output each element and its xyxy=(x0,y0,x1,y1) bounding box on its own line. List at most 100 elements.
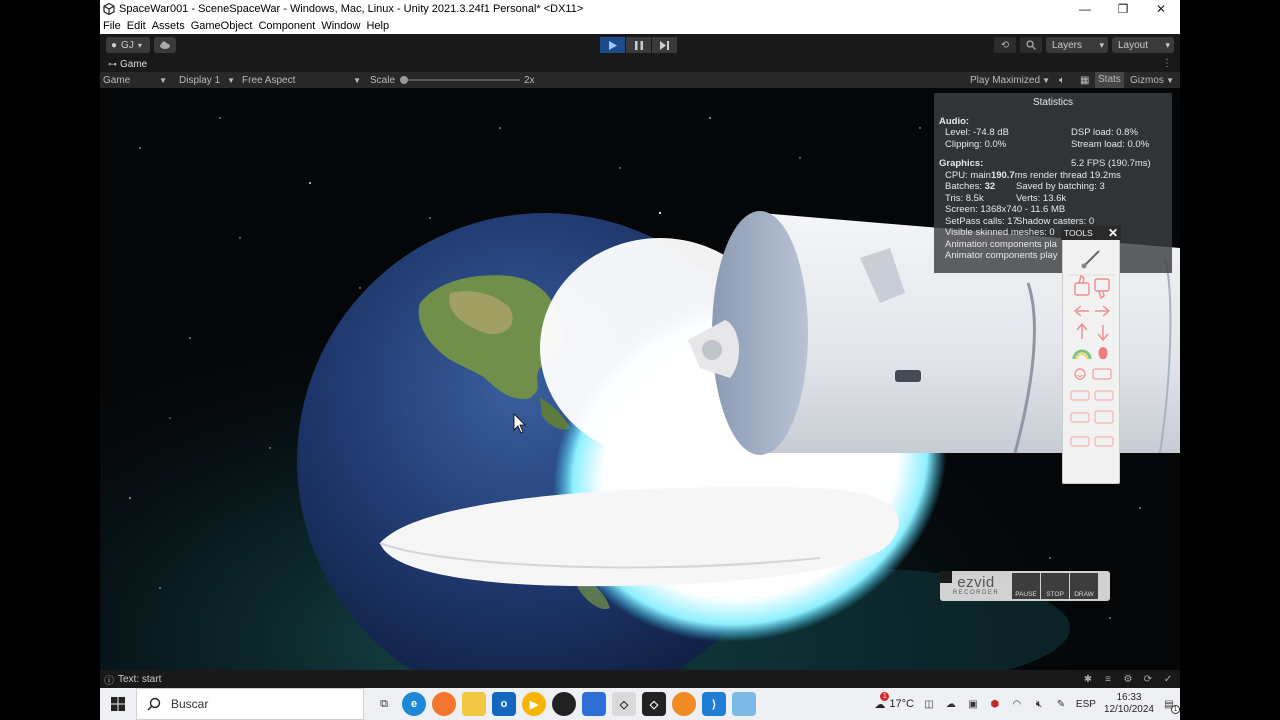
wtf-sticker-icon[interactable] xyxy=(1094,436,1114,447)
menu-file[interactable]: File xyxy=(103,20,121,32)
ezvid-pause-button[interactable]: PAUSE xyxy=(941,571,1040,599)
console-message[interactable]: ⓘ Text: start xyxy=(104,672,161,687)
tab-game-label: Game xyxy=(120,59,148,70)
cloud-button[interactable] xyxy=(154,37,176,53)
layers-dropdown[interactable]: Layers xyxy=(1046,37,1108,53)
speaker-icon[interactable]: 🔈︎ xyxy=(1059,75,1065,86)
stats-clipping: Clipping: 0.0% xyxy=(945,138,1007,150)
chevron-down-icon: ▼ xyxy=(353,75,361,85)
thumbs-down-icon[interactable] xyxy=(1094,278,1110,300)
view-dropdown[interactable]: Game ▼ xyxy=(100,72,170,88)
unity-logo-icon xyxy=(103,3,115,15)
arrow-left-icon[interactable] xyxy=(1073,305,1089,317)
onedrive-icon[interactable]: ☁ xyxy=(944,697,958,711)
screenshot-icon[interactable]: ▣ xyxy=(966,697,980,711)
window-title: SpaceWar001 - SceneSpaceWar - Windows, M… xyxy=(119,3,584,15)
settings-icon[interactable]: ⚙ xyxy=(1122,673,1134,685)
stats-graphics-heading: Graphics: xyxy=(939,158,984,169)
history-button[interactable]: ⟲ xyxy=(994,37,1016,53)
menu-assets[interactable]: Assets xyxy=(152,20,185,32)
close-window-button[interactable]: ✕ xyxy=(1142,0,1180,18)
search-button[interactable] xyxy=(1020,37,1042,53)
display-dropdown[interactable]: Display 1 ▼ xyxy=(176,72,238,88)
pause-icon xyxy=(634,40,643,50)
menu-gameobject[interactable]: GameObject xyxy=(191,20,253,32)
play-button[interactable] xyxy=(600,37,625,53)
start-button[interactable] xyxy=(100,688,136,720)
notepad-icon[interactable] xyxy=(732,692,756,716)
stats-toggle[interactable]: Stats xyxy=(1095,72,1124,88)
smiley-icon[interactable] xyxy=(1074,368,1086,380)
blender-icon[interactable] xyxy=(672,692,696,716)
edge-icon[interactable]: e xyxy=(402,692,426,716)
refresh-icon[interactable]: ⟳ xyxy=(1142,673,1154,685)
scale-slider-handle[interactable] xyxy=(400,76,408,84)
brush-icon[interactable] xyxy=(1081,250,1100,269)
chat-icon[interactable]: ◫ xyxy=(922,697,936,711)
ftw-sticker-icon[interactable] xyxy=(1070,412,1090,423)
outlook-icon[interactable]: o xyxy=(492,692,516,716)
pause-button[interactable] xyxy=(626,37,651,53)
file-explorer-icon[interactable] xyxy=(462,692,486,716)
ezvid-stop-button[interactable]: STOP xyxy=(940,571,1069,599)
checkmark-icon[interactable]: ✓ xyxy=(1162,673,1174,685)
tab-game[interactable]: ⊶ Game xyxy=(104,57,153,72)
menu-component[interactable]: Component xyxy=(258,20,315,32)
noob-sticker-icon[interactable] xyxy=(1070,390,1090,401)
arrow-right-icon[interactable] xyxy=(1095,305,1111,317)
hack-sticker-icon[interactable] xyxy=(1070,436,1090,447)
arrow-down-icon[interactable] xyxy=(1097,325,1109,342)
close-tools-button[interactable]: ✕ xyxy=(1108,226,1118,240)
search-placeholder: Buscar xyxy=(171,697,209,711)
task-view-icon[interactable]: ⧉ xyxy=(372,692,396,716)
scale-slider-track[interactable] xyxy=(405,79,520,81)
store-icon[interactable] xyxy=(582,692,606,716)
media-player-icon[interactable]: ▶ xyxy=(522,692,546,716)
grid-icon[interactable]: ▦ xyxy=(1080,75,1089,86)
tools-icons xyxy=(1069,250,1115,447)
status-bar: ⓘ Text: start ✱ ≡ ⚙ ⟳ ✓ xyxy=(100,670,1180,688)
bug-icon[interactable]: ✱ xyxy=(1082,673,1094,685)
menu-help[interactable]: Help xyxy=(366,20,389,32)
play-mode-dropdown[interactable]: Play Maximized ▼ xyxy=(967,72,1053,88)
more-options-icon[interactable]: ⋮ xyxy=(1162,58,1172,69)
github-icon[interactable] xyxy=(552,692,576,716)
epic-sticker-icon[interactable] xyxy=(1094,410,1114,424)
rainbow-icon[interactable] xyxy=(1072,349,1092,360)
antivirus-icon[interactable]: ⬢ xyxy=(988,697,1002,711)
wifi-icon[interactable]: ◠ xyxy=(1010,697,1024,711)
headshot-icon[interactable] xyxy=(1098,347,1108,359)
stack-icon[interactable]: ≡ xyxy=(1102,673,1114,685)
vscode-icon[interactable]: ⟩ xyxy=(702,692,726,716)
stats-batches: Batches: 32 xyxy=(945,181,996,192)
pwned-sticker-icon[interactable] xyxy=(1094,390,1114,401)
arrow-up-icon[interactable] xyxy=(1076,322,1088,339)
aspect-dropdown[interactable]: Free Aspect ▼ xyxy=(239,72,364,88)
minimize-button[interactable]: — xyxy=(1066,0,1104,18)
taskbar-search[interactable]: Buscar xyxy=(136,688,364,720)
maximize-button[interactable]: ❐ xyxy=(1104,0,1142,18)
weather-widget[interactable]: ☁ 1 17°C xyxy=(874,691,914,711)
game-viewport[interactable]: Statistics Audio: Level: -74.8 dB DSP loa… xyxy=(100,88,1180,670)
unity-editor-icon[interactable]: ◇ xyxy=(642,692,666,716)
menu-edit[interactable]: Edit xyxy=(127,20,146,32)
ezvid-draw-button[interactable]: DRAW xyxy=(940,571,1098,599)
unity-hub-icon[interactable]: ◇ xyxy=(612,692,636,716)
firefox-icon[interactable] xyxy=(432,692,456,716)
account-dropdown[interactable]: ● GJ ▾ xyxy=(106,37,150,53)
volume-muted-icon[interactable]: 🔇︎ xyxy=(1032,697,1046,711)
notifications-icon[interactable]: ▤ 1 xyxy=(1162,697,1180,714)
thumbs-up-icon[interactable] xyxy=(1074,274,1090,296)
layout-dropdown[interactable]: Layout xyxy=(1112,37,1174,53)
fail-sticker-icon[interactable] xyxy=(1092,368,1112,380)
menu-window[interactable]: Window xyxy=(321,20,360,32)
step-button[interactable] xyxy=(652,37,677,53)
pen-icon[interactable]: ✎ xyxy=(1054,697,1068,711)
title-bar: SpaceWar001 - SceneSpaceWar - Windows, M… xyxy=(100,0,1180,18)
gizmos-dropdown[interactable]: Gizmos ▼ xyxy=(1127,72,1177,88)
clock[interactable]: 16:33 12/10/2024 xyxy=(1104,692,1154,716)
left-letterbox xyxy=(0,0,100,720)
ezvid-recorder-bar: ezvid RECORDER PAUSE STOP DRAW xyxy=(940,571,1110,601)
game-view-toolbar: Game ▼ Display 1 ▼ Free Aspect ▼ Scale 2x P… xyxy=(100,72,1180,88)
language-indicator[interactable]: ESP xyxy=(1076,699,1096,710)
